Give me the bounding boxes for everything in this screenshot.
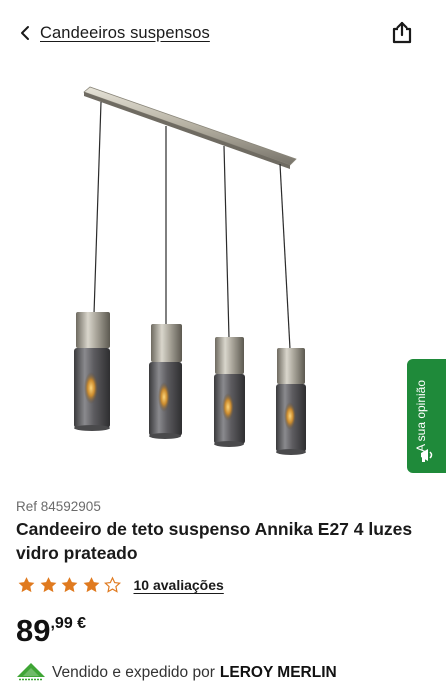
megaphone-icon xyxy=(419,447,435,463)
back-button[interactable]: Candeeiros suspensos xyxy=(14,20,210,46)
star-filled-icon xyxy=(18,577,35,593)
seller-info: Vendido e expedido por LEROY MERLIN xyxy=(16,662,337,684)
rating-stars xyxy=(16,575,124,595)
share-icon[interactable] xyxy=(388,19,416,47)
pendant-lamp-illustration xyxy=(74,86,306,455)
star-empty-icon xyxy=(103,576,122,593)
price-integer: 89 xyxy=(16,613,51,648)
product-image[interactable] xyxy=(0,66,446,486)
price-decimal: ,99 € xyxy=(50,615,87,632)
product-title: Candeeiro de teto suspenso Annika E27 4 … xyxy=(16,519,413,563)
star-filled-icon xyxy=(83,577,99,593)
feedback-tab[interactable]: A sua opinião xyxy=(407,359,446,473)
chevron-left-icon xyxy=(14,20,36,46)
back-label: Candeeiros suspensos xyxy=(40,23,210,42)
seller-name: LEROY MERLIN xyxy=(219,664,337,681)
seller-prefix: Vendido e expedido por xyxy=(52,664,215,681)
leroy-merlin-logo xyxy=(16,662,46,684)
reviews-link[interactable]: 10 avaliações xyxy=(134,577,224,593)
product-rating: 10 avaliações xyxy=(16,575,224,595)
product-price: 89 ,99 € xyxy=(16,612,86,650)
top-bar: Candeeiros suspensos xyxy=(0,0,446,66)
star-filled-icon xyxy=(61,577,78,593)
star-filled-icon xyxy=(40,577,56,593)
product-ref: Ref 84592905 xyxy=(16,499,101,514)
